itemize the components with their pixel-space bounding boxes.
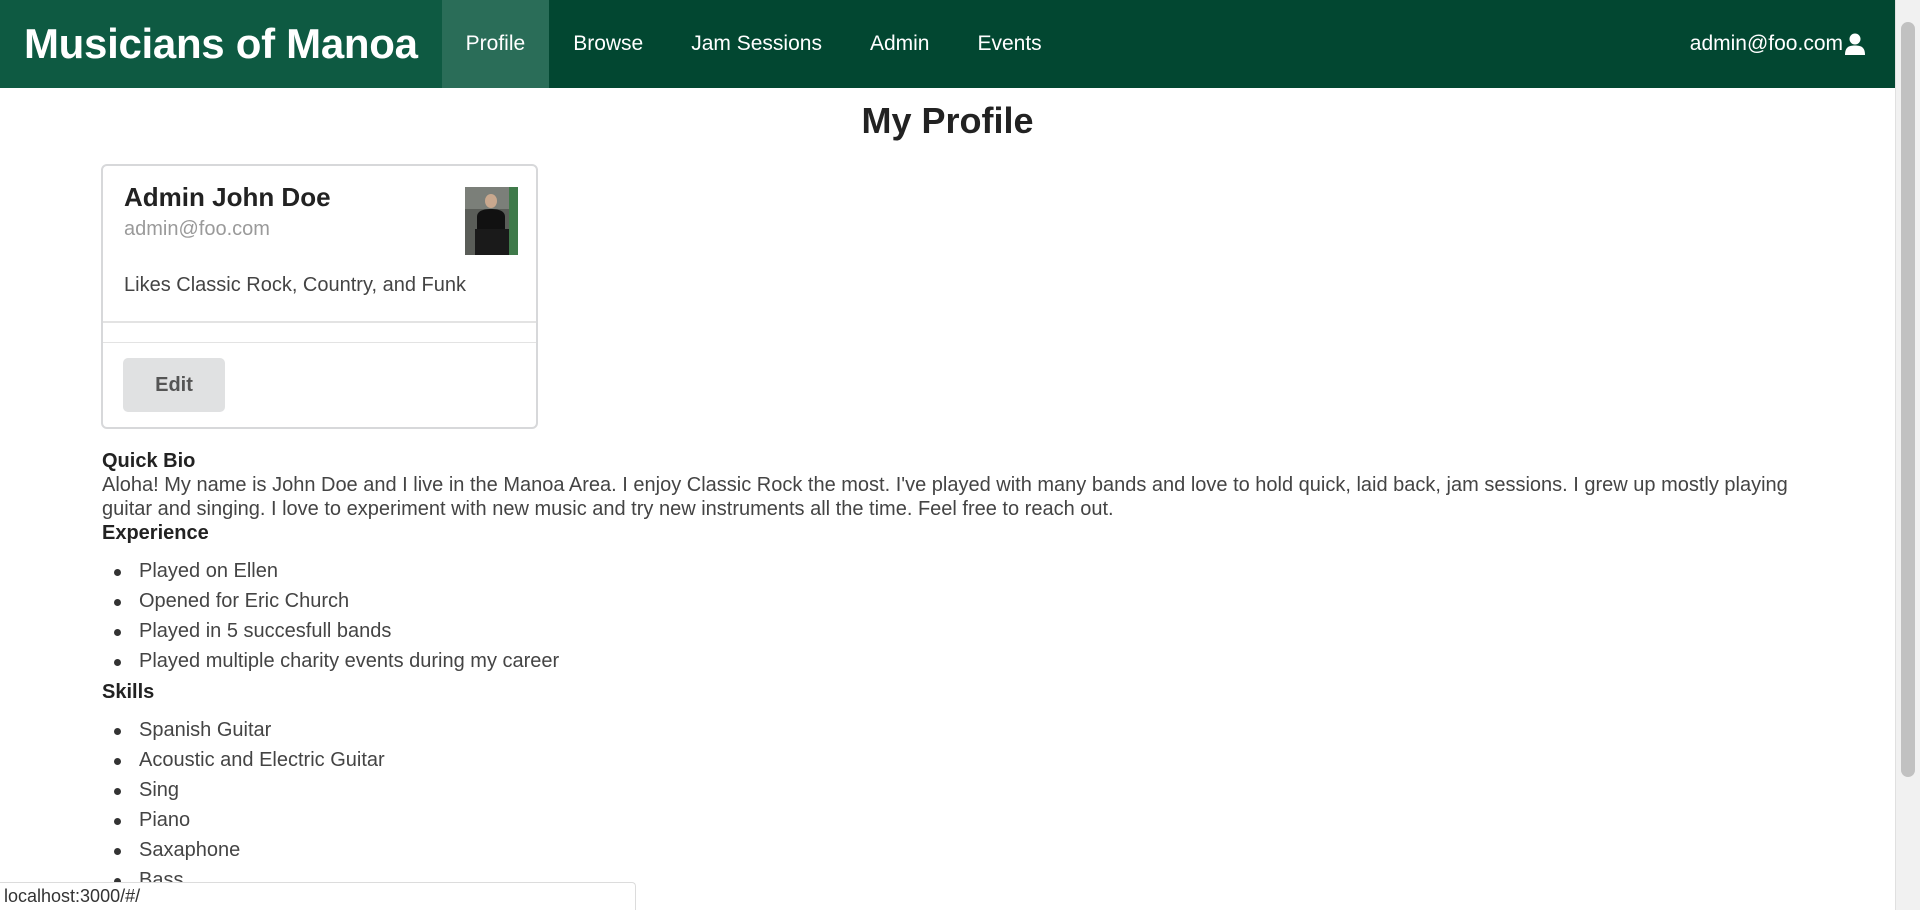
list-item: Acoustic and Electric Guitar	[102, 745, 1802, 775]
user-email: admin@foo.com	[1689, 32, 1843, 55]
skills-title: Skills	[102, 681, 155, 703]
scrollbar-thumb[interactable]	[1901, 22, 1915, 777]
profile-description: Likes Classic Rock, Country, and Funk	[124, 274, 466, 296]
bio-title: Quick Bio	[102, 450, 196, 472]
profile-name: Admin John Doe	[124, 182, 331, 212]
list-item: Piano	[102, 805, 1802, 835]
profile-card: Admin John Doe admin@foo.com Likes Class…	[101, 164, 538, 429]
list-item: Played multiple charity events during my…	[102, 646, 1802, 676]
list-item: Played on Ellen	[102, 556, 1802, 586]
nav-jam-sessions[interactable]: Jam Sessions	[667, 0, 846, 88]
status-bar-url: localhost:3000/#/	[0, 882, 636, 910]
user-icon	[1845, 33, 1865, 55]
experience-title: Experience	[102, 522, 209, 544]
vertical-scrollbar[interactable]	[1895, 0, 1920, 910]
edit-button[interactable]: Edit	[123, 358, 225, 412]
list-item: Sing	[102, 775, 1802, 805]
bio-text: Aloha! My name is John Doe and I live in…	[102, 474, 1788, 520]
experience-list: Played on Ellen Opened for Eric Church P…	[102, 556, 1802, 676]
page-title: My Profile	[861, 100, 1034, 141]
nav-browse[interactable]: Browse	[549, 0, 667, 88]
avatar	[465, 187, 518, 255]
experience-section: Experience Played on Ellen Opened for Er…	[102, 521, 1802, 676]
list-item: Spanish Guitar	[102, 715, 1802, 745]
card-divider	[103, 321, 536, 323]
bio-section: Quick Bio Aloha! My name is John Doe and…	[102, 449, 1802, 521]
top-navbar: Musicians of Manoa Profile Browse Jam Se…	[0, 0, 1895, 88]
list-item: Played in 5 succesfull bands	[102, 616, 1802, 646]
user-menu[interactable]: admin@foo.com	[1690, 0, 1895, 88]
profile-email: admin@foo.com	[124, 218, 270, 240]
card-divider	[103, 342, 536, 343]
nav-profile[interactable]: Profile	[441, 0, 550, 88]
nav-events[interactable]: Events	[953, 0, 1065, 88]
skills-section: Skills Spanish Guitar Acoustic and Elect…	[102, 680, 1802, 895]
nav-admin[interactable]: Admin	[846, 0, 954, 88]
list-item: Opened for Eric Church	[102, 586, 1802, 616]
skills-list: Spanish Guitar Acoustic and Electric Gui…	[102, 715, 1802, 895]
brand-logo[interactable]: Musicians of Manoa	[0, 0, 442, 88]
list-item: Saxaphone	[102, 835, 1802, 865]
